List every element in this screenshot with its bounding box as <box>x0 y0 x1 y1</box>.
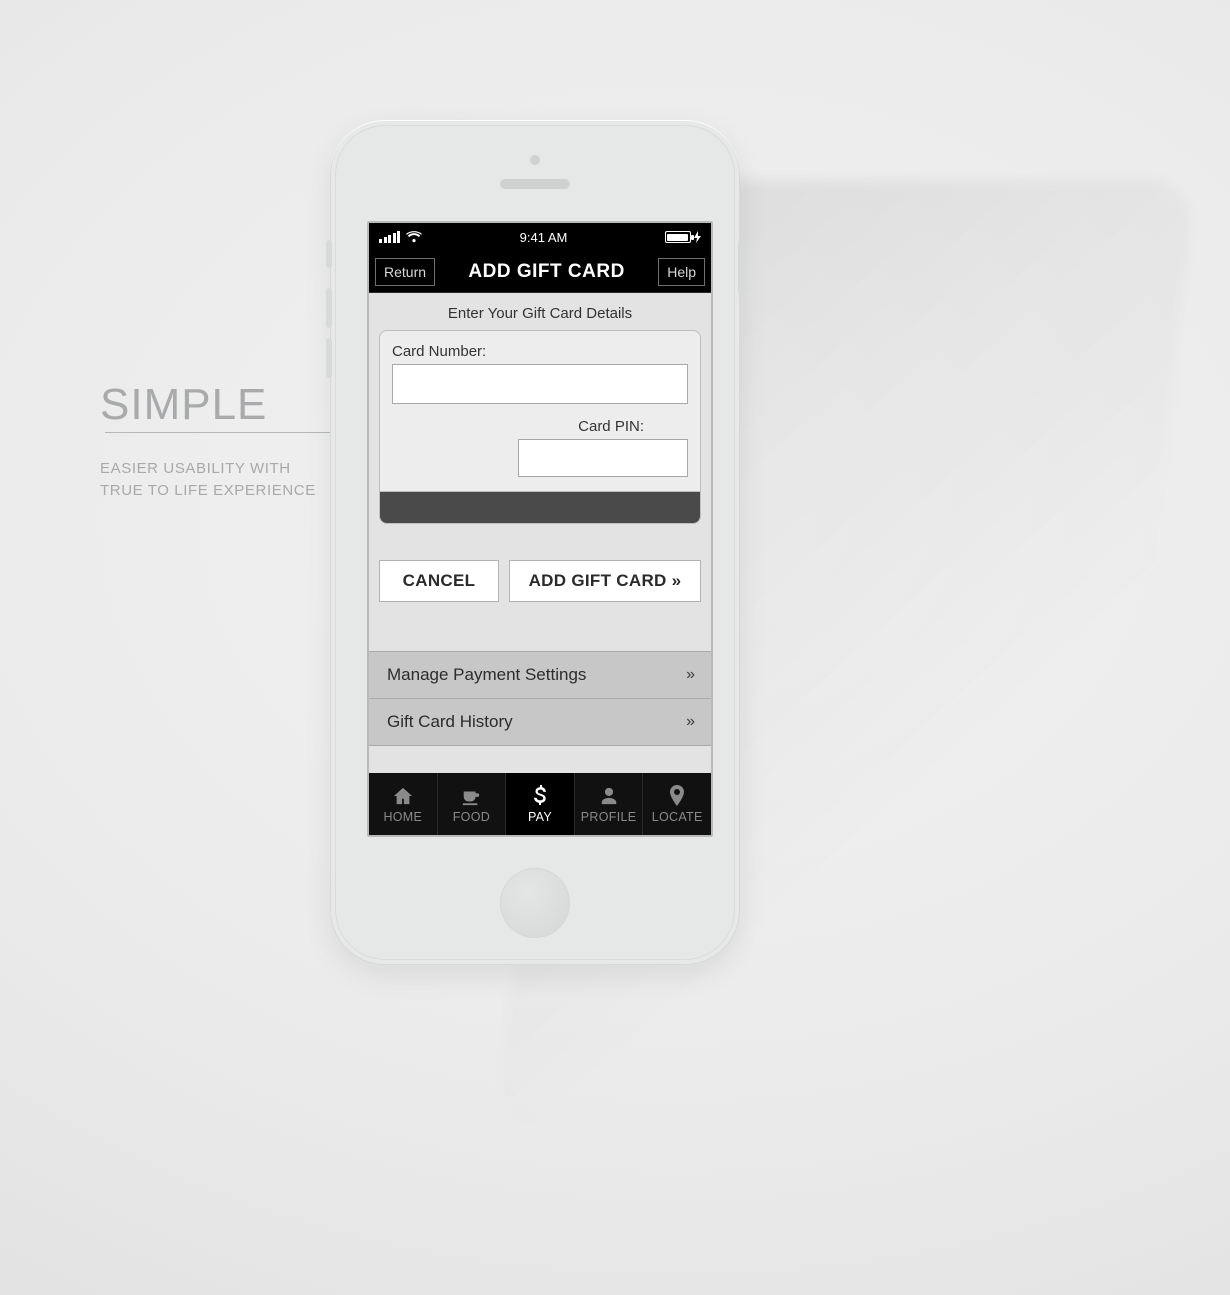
action-buttons: CANCEL ADD GIFT CARD » <box>369 524 711 602</box>
card-number-label: Card Number: <box>392 343 688 360</box>
user-icon <box>599 784 619 808</box>
chevron-right-icon: » <box>686 666 693 684</box>
nav-bar: Return ADD GIFT CARD Help <box>369 251 711 293</box>
status-bar: 9:41 AM <box>369 223 711 251</box>
tab-pay[interactable]: PAY <box>506 773 575 835</box>
tab-label: FOOD <box>453 810 490 824</box>
power-button <box>738 240 744 295</box>
tab-food[interactable]: FOOD <box>438 773 507 835</box>
gift-card-history-row[interactable]: Gift Card History » <box>369 698 711 746</box>
tab-bar: HOME FOOD PAY <box>369 773 711 835</box>
device-bezel: 9:41 AM Return ADD GIFT CARD Help Enter … <box>335 125 735 960</box>
list-item-label: Manage Payment Settings <box>387 665 586 685</box>
help-button[interactable]: Help <box>658 258 705 286</box>
add-gift-card-button[interactable]: ADD GIFT CARD » <box>509 560 701 602</box>
manage-payment-settings-row[interactable]: Manage Payment Settings » <box>369 651 711 699</box>
home-button[interactable] <box>500 868 570 938</box>
coffee-cup-icon <box>460 784 482 808</box>
list-item-label: Gift Card History <box>387 712 513 732</box>
card-pin-input[interactable] <box>518 439 688 477</box>
return-button[interactable]: Return <box>375 258 435 286</box>
screen: 9:41 AM Return ADD GIFT CARD Help Enter … <box>367 221 713 837</box>
earpiece-speaker <box>500 179 570 189</box>
mute-switch <box>326 240 332 268</box>
card-pin-label: Card PIN: <box>578 418 688 435</box>
card-magstripe-graphic <box>380 491 700 523</box>
tab-home[interactable]: HOME <box>369 773 438 835</box>
signal-icon <box>379 231 400 243</box>
content-area: Enter Your Gift Card Details Card Number… <box>369 293 711 773</box>
map-pin-icon <box>669 784 685 808</box>
volume-down-button <box>326 338 332 378</box>
settings-list: Manage Payment Settings » Gift Card Hist… <box>369 651 711 746</box>
battery-icon <box>665 231 701 243</box>
section-title: Enter Your Gift Card Details <box>369 293 711 330</box>
card-number-input[interactable] <box>392 364 688 404</box>
tab-label: HOME <box>383 810 422 824</box>
gift-card-panel: Card Number: Card PIN: <box>379 330 701 524</box>
front-camera <box>530 155 540 165</box>
cancel-button[interactable]: CANCEL <box>379 560 499 602</box>
device-frame: 9:41 AM Return ADD GIFT CARD Help Enter … <box>330 120 740 965</box>
tab-label: PAY <box>528 810 552 824</box>
home-icon <box>392 784 414 808</box>
tab-label: PROFILE <box>581 810 637 824</box>
wifi-icon <box>406 231 422 243</box>
screen-title: ADD GIFT CARD <box>441 261 652 283</box>
tab-label: LOCATE <box>652 810 703 824</box>
status-time: 9:41 AM <box>520 230 568 245</box>
tab-profile[interactable]: PROFILE <box>575 773 644 835</box>
dollar-icon <box>532 784 548 808</box>
volume-up-button <box>326 288 332 328</box>
tab-locate[interactable]: LOCATE <box>643 773 711 835</box>
chevron-right-icon: » <box>686 713 693 731</box>
